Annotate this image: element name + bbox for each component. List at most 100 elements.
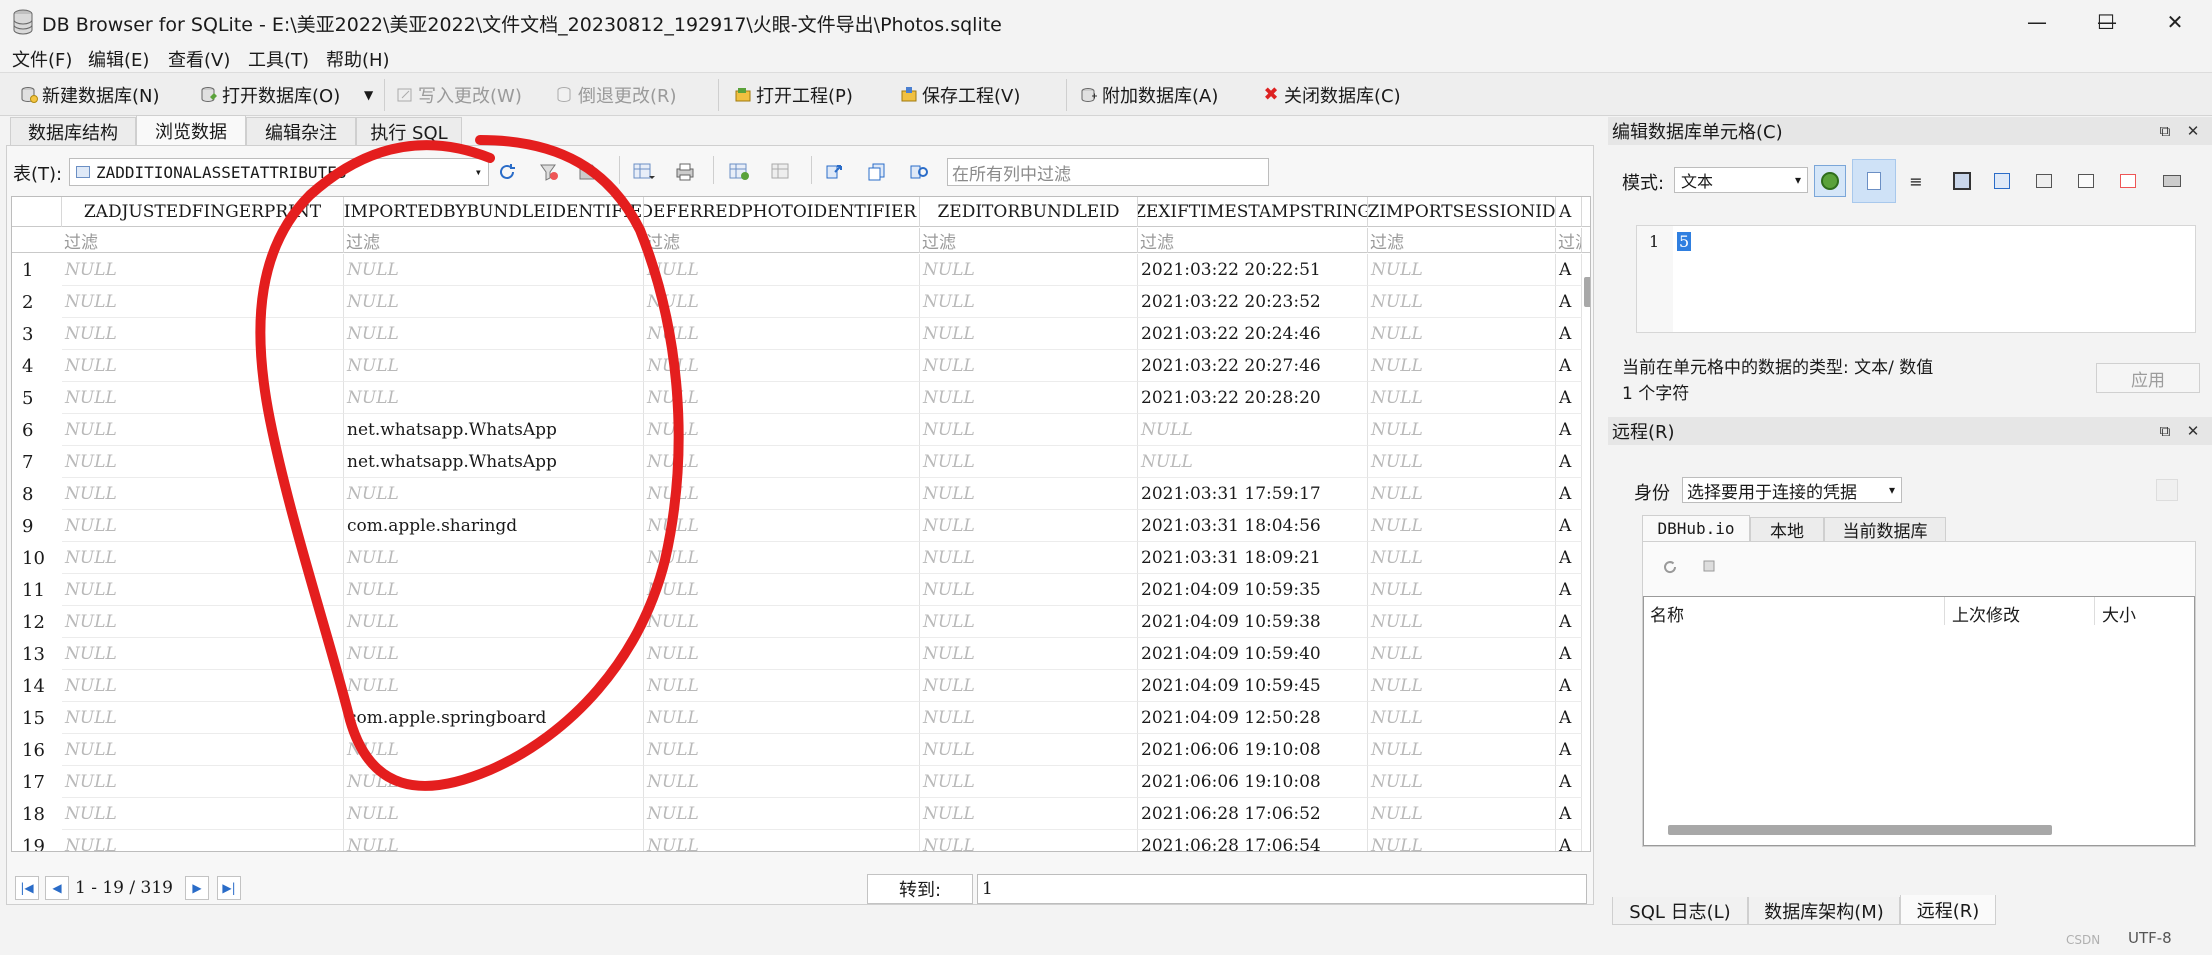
table-cell[interactable]: NULL — [1368, 702, 1556, 734]
close-dock-button[interactable]: ✕ — [2182, 120, 2204, 142]
row-number[interactable]: 2 — [12, 286, 62, 318]
table-cell[interactable]: NULL — [644, 286, 920, 318]
table-cell[interactable]: NULL — [920, 830, 1138, 851]
table-cell[interactable]: 2021:03:22 20:27:46 — [1138, 350, 1368, 382]
table-cell[interactable]: NULL — [920, 638, 1138, 670]
table-cell[interactable]: NULL — [920, 350, 1138, 382]
table-cell[interactable]: NULL — [62, 606, 344, 638]
table-cell[interactable]: NULL — [1368, 286, 1556, 318]
last-page-button[interactable]: ▶| — [217, 876, 241, 900]
first-page-button[interactable]: |◀ — [15, 876, 39, 900]
table-cell[interactable]: A — [1556, 350, 1582, 382]
indent-button[interactable]: ≡ — [1900, 165, 1932, 197]
table-cell[interactable]: NULL — [920, 478, 1138, 510]
tab-browse-data[interactable]: 浏览数据 — [136, 115, 246, 145]
float-dock-button[interactable]: ⧉ — [2154, 420, 2176, 442]
table-cell[interactable]: A — [1556, 510, 1582, 542]
table-cell[interactable]: NULL — [1368, 350, 1556, 382]
column-filter-input[interactable]: 过滤 — [644, 228, 920, 253]
table-cell[interactable]: NULL — [644, 606, 920, 638]
table-cell[interactable]: NULL — [344, 734, 644, 766]
column-name[interactable]: 名称 — [1650, 601, 1684, 626]
table-cell[interactable]: NULL — [62, 318, 344, 350]
table-cell[interactable]: 2021:06:28 17:06:52 — [1138, 798, 1368, 830]
row-number[interactable]: 9 — [12, 510, 62, 542]
table-cell[interactable]: NULL — [1368, 478, 1556, 510]
table-cell[interactable]: NULL — [644, 478, 920, 510]
table-cell[interactable]: NULL — [344, 478, 644, 510]
table-row[interactable]: 5 NULL NULL NULL NULL 2021:03:22 20:28:20 NULL… — [12, 382, 1590, 414]
tab-remote[interactable]: 远程(R) — [1900, 895, 1996, 925]
clear-cell-button[interactable] — [2070, 165, 2102, 197]
tab-edit-pragmas[interactable]: 编辑杂注 — [246, 117, 356, 145]
refresh-icon[interactable] — [1661, 558, 1679, 576]
close-database-button[interactable]: ✖ 关闭数据库(C) — [1262, 81, 1400, 109]
table-cell[interactable]: NULL — [344, 830, 644, 851]
menu-edit[interactable]: 编辑(E) — [88, 46, 149, 72]
table-cell[interactable]: A — [1556, 638, 1582, 670]
set-null-button[interactable] — [2028, 165, 2060, 197]
tab-db-schema[interactable]: 数据库架构(M) — [1748, 897, 1900, 925]
table-cell[interactable]: NULL — [1368, 510, 1556, 542]
table-cell[interactable]: NULL — [920, 446, 1138, 478]
column-filter-input[interactable]: 过滤 — [920, 228, 1138, 253]
write-changes-button[interactable]: 写入更改(W) — [396, 81, 522, 109]
table-cell[interactable]: A — [1556, 830, 1582, 851]
table-cell[interactable]: NULL — [62, 670, 344, 702]
open-project-button[interactable]: 打开工程(P) — [734, 81, 853, 109]
table-cell[interactable]: 2021:03:22 20:22:51 — [1138, 254, 1368, 286]
table-row[interactable]: 9 NULL com.apple.sharingd NULL NULL 2021:03:3… — [12, 510, 1590, 542]
table-cell[interactable]: NULL — [644, 574, 920, 606]
clear-filters-icon[interactable] — [539, 162, 559, 182]
table-cell[interactable]: NULL — [1368, 414, 1556, 446]
table-cell[interactable]: 2021:03:31 18:04:56 — [1138, 510, 1368, 542]
table-cell[interactable]: NULL — [1368, 798, 1556, 830]
table-cell[interactable]: NULL — [62, 414, 344, 446]
table-cell[interactable]: NULL — [344, 766, 644, 798]
row-number[interactable]: 4 — [12, 350, 62, 382]
table-cell[interactable]: 2021:03:22 20:24:46 — [1138, 318, 1368, 350]
table-row[interactable]: 11 NULL NULL NULL NULL 2021:04:09 10:59:35 NUL… — [12, 574, 1590, 606]
maximize-button[interactable]: ☐ — [2075, 0, 2137, 44]
export-cell-button[interactable] — [1946, 165, 1978, 197]
table-cell[interactable]: NULL — [1138, 414, 1368, 446]
table-cell[interactable]: NULL — [62, 350, 344, 382]
table-cell[interactable]: NULL — [344, 542, 644, 574]
table-cell[interactable]: A — [1556, 286, 1582, 318]
table-cell[interactable]: com.apple.springboard — [344, 702, 644, 734]
table-cell[interactable]: 2021:03:22 20:23:52 — [1138, 286, 1368, 318]
next-page-button[interactable]: ▶ — [185, 876, 209, 900]
table-cell[interactable]: NULL — [344, 286, 644, 318]
table-cell[interactable]: 2021:04:09 10:59:40 — [1138, 638, 1368, 670]
column-header[interactable]: A — [1556, 197, 1582, 227]
column-header[interactable]: ZIMPORTEDBYBUNDLEIDENTIFIER — [344, 197, 644, 227]
table-cell[interactable]: NULL — [62, 798, 344, 830]
row-number[interactable]: 7 — [12, 446, 62, 478]
row-number[interactable]: 16 — [12, 734, 62, 766]
table-cell[interactable]: NULL — [644, 670, 920, 702]
tab-execute-sql[interactable]: 执行 SQL — [356, 117, 462, 145]
identity-select[interactable]: 选择要用于连接的凭据 ▾ — [1682, 477, 1902, 503]
column-filter-input[interactable]: 过滤 — [1368, 228, 1556, 253]
print-cell-button[interactable] — [2156, 165, 2188, 197]
table-cell[interactable]: NULL — [62, 510, 344, 542]
table-cell[interactable]: NULL — [644, 766, 920, 798]
table-cell[interactable]: 2021:03:31 18:09:21 — [1138, 542, 1368, 574]
table-cell[interactable]: 2021:06:06 19:10:08 — [1138, 734, 1368, 766]
table-cell[interactable]: NULL — [644, 510, 920, 542]
close-window-button[interactable]: ✕ — [2144, 0, 2206, 44]
find-replace-icon[interactable] — [909, 162, 929, 182]
table-cell[interactable]: NULL — [644, 798, 920, 830]
find-icon[interactable] — [825, 162, 845, 182]
column-header[interactable]: ZEXIFTIMESTAMPSTRING — [1138, 197, 1368, 227]
table-cell[interactable]: NULL — [344, 318, 644, 350]
save-project-button[interactable]: 保存工程(V) — [900, 81, 1020, 109]
table-row[interactable]: 6 NULL net.whatsapp.WhatsApp NULL NULL NULL NU… — [12, 414, 1590, 446]
tab-dbhub[interactable]: DBHub.io — [1642, 515, 1750, 541]
insert-record-icon[interactable] — [729, 162, 751, 182]
table-cell[interactable]: NULL — [1368, 606, 1556, 638]
row-number[interactable]: 19 — [12, 830, 62, 851]
table-cell[interactable]: A — [1556, 478, 1582, 510]
column-filter-input[interactable]: 过滤 — [1138, 228, 1368, 253]
table-cell[interactable]: NULL — [62, 734, 344, 766]
